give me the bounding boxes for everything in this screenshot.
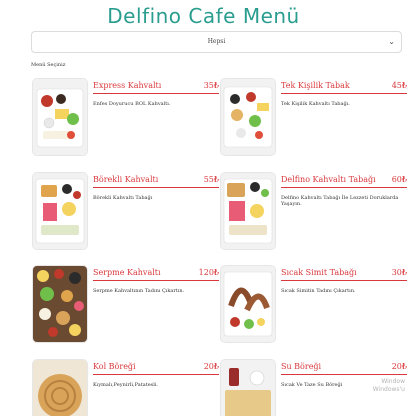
menu-item-photo [33, 360, 87, 416]
menu-item-price: 55₺ [203, 175, 219, 184]
menu-item-photo [33, 266, 87, 342]
menu-item-photo [33, 79, 87, 155]
menu-item-photo [33, 173, 87, 249]
menu-item-name: Serpme Kahvaltı [93, 268, 161, 277]
menu-item-price: 20₺ [203, 362, 219, 371]
menu-item-desc: Kıymalı,Peynirli,Patatesli. [93, 382, 159, 388]
menu-item-desc: Tek Kişilik Kahvaltı Tabağı. [281, 101, 350, 107]
menu-item-divider [93, 374, 219, 375]
watermark-line-1: Window [381, 378, 405, 385]
menu-item-borekli-kahvalti[interactable]: Börekli Kahvaltı 55₺ Börekli Kahvaltı Ta… [33, 173, 219, 249]
menu-item-express-kahvalti[interactable]: Express Kahvaltı 35₺ Enfes Doyurucu BOL … [33, 79, 219, 155]
menu-item-divider [93, 280, 219, 281]
menu-item-divider [281, 93, 407, 94]
windows-activation-watermark: Window Windows'u [373, 378, 405, 394]
menu-item-name: Su Böreği [281, 362, 322, 371]
menu-item-name: Sıcak Simit Tabağı [281, 268, 357, 277]
menu-item-divider [93, 187, 219, 188]
menu-item-desc: Sıcak Ve Taze Su Böreği [281, 382, 343, 388]
menu-item-divider [281, 280, 407, 281]
chevron-down-icon: ⌄ [388, 37, 395, 46]
menu-item-price: 60₺ [391, 175, 407, 184]
menu-item-name: Delfino Kahvaltı Tabağı [281, 175, 376, 184]
menu-item-desc: Serpme Kahvaltının Tadını Çıkartın. [93, 288, 185, 294]
watermark-line-2: Windows'u [372, 386, 405, 393]
menu-item-desc: Sıcak Simitin Tadını Çıkartın. [281, 288, 356, 294]
menu-item-price: 120₺ [198, 268, 219, 277]
menu-item-divider [93, 93, 219, 94]
page-title: Delfino Cafe Menü [107, 4, 300, 28]
menu-item-divider [281, 374, 407, 375]
menu-item-desc: Enfes Doyurucu BOL Kahvaltı. [93, 101, 171, 107]
menu-item-serpme-kahvalti[interactable]: Serpme Kahvaltı 120₺ Serpme Kahvaltının … [33, 266, 219, 342]
menu-item-name: Börekli Kahvaltı [93, 175, 159, 184]
menu-item-price: 45₺ [391, 81, 407, 90]
menu-item-sicak-simit-tabagi[interactable]: Sıcak Simit Tabağı 30₺ Sıcak Simitin Tad… [221, 266, 407, 342]
menu-item-delfino-kahvalti-tabagi[interactable]: Delfino Kahvaltı Tabağı 60₺ Delfino Kahv… [221, 173, 407, 249]
menu-item-desc: Börekli Kahvaltı Tabağı [93, 195, 153, 201]
menu-item-photo [221, 79, 275, 155]
select-caption: Menü Seçiniz [31, 62, 66, 68]
menu-item-name: Kol Böreği [93, 362, 136, 371]
category-select[interactable]: Hepsi ⌄ [31, 31, 402, 53]
menu-item-name: Express Kahvaltı [93, 81, 162, 90]
menu-item-price: 30₺ [391, 268, 407, 277]
menu-item-desc: Delfino Kahvaltı Tabağı İle Lezzeti Doru… [281, 195, 399, 207]
menu-item-tek-kisilik-tabak[interactable]: Tek Kişilik Tabak 45₺ Tek Kişilik Kahval… [221, 79, 407, 155]
menu-item-photo [221, 360, 275, 416]
menu-item-name: Tek Kişilik Tabak [281, 81, 350, 90]
category-select-value: Hepsi [207, 38, 226, 45]
menu-item-photo [221, 266, 275, 342]
menu-item-price: 20₺ [391, 362, 407, 371]
menu-item-price: 35₺ [203, 81, 219, 90]
menu-item-kol-boregi[interactable]: Kol Böreği 20₺ Kıymalı,Peynirli,Patatesl… [33, 360, 219, 416]
menu-item-photo [221, 173, 275, 249]
menu-item-divider [281, 187, 407, 188]
